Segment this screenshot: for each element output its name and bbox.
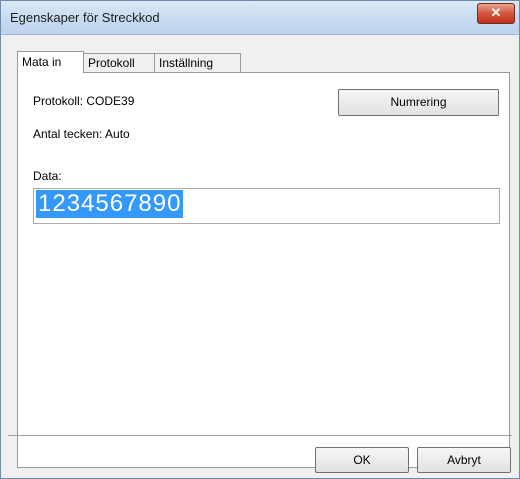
data-input-value: 1234567890 <box>36 190 184 218</box>
tab-label: Mata in <box>22 55 62 69</box>
data-label: Data: <box>33 169 62 183</box>
ok-button[interactable]: OK <box>315 447 409 473</box>
close-button[interactable]: ✕ <box>477 3 515 24</box>
tab-installning[interactable]: Inställning <box>154 53 241 72</box>
tab-mata-in[interactable]: Mata in <box>17 51 84 73</box>
tab-label: Inställning <box>159 56 214 70</box>
tab-label: Protokoll <box>88 56 135 70</box>
numbering-button-label: Numrering <box>390 95 447 109</box>
tab-panel: Protokoll: CODE39 Antal tecken: Auto Num… <box>17 72 510 468</box>
footer-divider <box>8 435 512 436</box>
ok-button-label: OK <box>353 453 371 467</box>
cancel-button[interactable]: Avbryt <box>417 447 511 473</box>
numbering-button[interactable]: Numrering <box>338 89 499 116</box>
character-count-label: Antal tecken: Auto <box>33 127 130 141</box>
dialog-window: Egenskaper för Streckkod ✕ Mata in Proto… <box>0 0 520 479</box>
close-icon: ✕ <box>490 5 502 20</box>
cancel-button-label: Avbryt <box>447 453 481 467</box>
protocol-label: Protokoll: CODE39 <box>33 94 135 108</box>
data-input[interactable]: 1234567890 <box>33 188 500 224</box>
window-title: Egenskaper för Streckkod <box>10 10 160 25</box>
tab-protokoll[interactable]: Protokoll <box>83 53 159 72</box>
title-bar[interactable]: Egenskaper för Streckkod ✕ <box>1 1 519 35</box>
dialog-body: Mata in Protokoll Inställning Protokoll:… <box>8 35 512 478</box>
